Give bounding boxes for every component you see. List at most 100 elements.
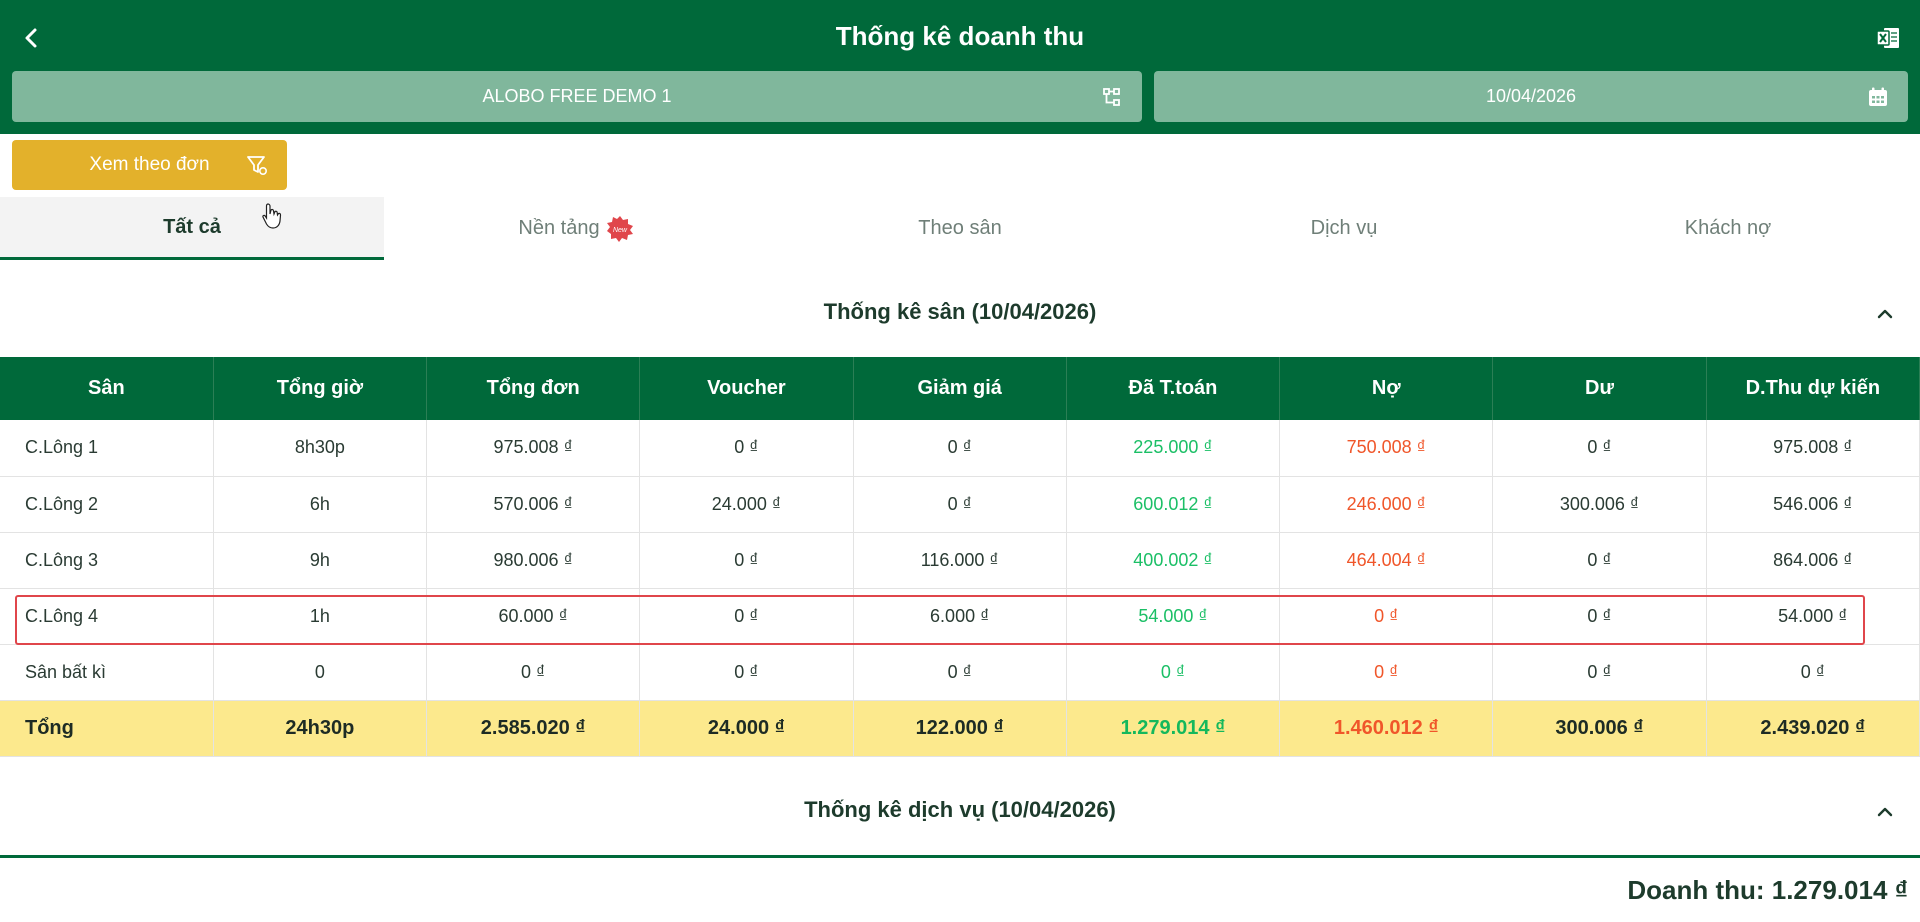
column-header: Nợ [1279, 357, 1494, 420]
venue-selector[interactable]: ALOBO FREE DEMO 1 [12, 71, 1142, 122]
total-row: Tổng 24h30p 2.585.020 ₫ 24.000 ₫ 122.000… [0, 700, 1920, 757]
debt: 1.460.012 ₫ [1279, 700, 1494, 757]
tab-platform[interactable]: Nền tảng New [384, 197, 768, 260]
court-name: Sân bất kì [0, 644, 214, 701]
total-orders: 60.000 ₫ [426, 588, 641, 645]
discount: 0 ₫ [853, 420, 1067, 477]
voucher: 24.000 ₫ [639, 476, 854, 533]
new-badge-icon: New [606, 215, 634, 243]
surplus: 0 ₫ [1492, 588, 1707, 645]
tab-label: Theo sân [918, 217, 1002, 239]
surplus: 300.006 ₫ [1492, 476, 1707, 533]
total-orders: 975.008 ₫ [426, 420, 641, 477]
table-row[interactable]: C.Lông 1 8h30p 975.008 ₫ 0 ₫ 0 ₫ 225.000… [0, 420, 1920, 477]
total-orders: 570.006 ₫ [426, 476, 641, 533]
expected-revenue: 0 ₫ [1706, 644, 1920, 701]
column-header: Giảm giá [853, 357, 1067, 420]
tab-services[interactable]: Dịch vụ [1152, 197, 1536, 260]
tab-by-court[interactable]: Theo sân [768, 197, 1152, 260]
total-orders: 2.585.020 ₫ [426, 700, 641, 757]
collapse-service-stats-button[interactable] [1870, 797, 1900, 827]
tab-label: Tất cả [163, 215, 221, 238]
discount: 0 ₫ [853, 644, 1067, 701]
view-by-order-label: Xem theo đơn [89, 154, 210, 175]
service-stats-title: Thống kê dịch vụ (10/04/2026) [804, 797, 1116, 822]
voucher: 0 ₫ [639, 420, 854, 477]
debt: 0 ₫ [1279, 588, 1494, 645]
court-name: C.Lông 2 [0, 476, 214, 533]
expected-revenue: 546.006 ₫ [1706, 476, 1920, 533]
expected-revenue: 864.006 ₫ [1706, 532, 1920, 589]
total-hours: 1h [213, 588, 428, 645]
discount: 6.000 ₫ [853, 588, 1067, 645]
calendar-icon [1866, 85, 1890, 109]
paid: 225.000 ₫ [1066, 420, 1281, 477]
column-header: Dư [1492, 357, 1707, 420]
court-name: C.Lông 4 [0, 588, 214, 645]
filter-icon [247, 156, 268, 176]
court-name: C.Lông 1 [0, 420, 214, 477]
table-header-row: Sân Tổng giờ Tổng đơn Voucher Giảm giá Đ… [0, 357, 1920, 420]
badge-text: New [613, 227, 628, 234]
chevron-up-icon [1877, 807, 1893, 817]
tab-bar: Tất cả Nền tảng New Theo sân Dịch vụ Khá… [0, 197, 1920, 260]
tab-label: Khách nợ [1684, 217, 1772, 239]
table-row[interactable]: C.Lông 4 1h 60.000 ₫ 0 ₫ 6.000 ₫ 54.000 … [0, 588, 1920, 645]
table-row[interactable]: C.Lông 2 6h 570.006 ₫ 24.000 ₫ 0 ₫ 600.0… [0, 476, 1920, 533]
column-header: Tổng giờ [213, 357, 428, 420]
tab-all[interactable]: Tất cả [0, 197, 384, 260]
court-stats-table: Sân Tổng giờ Tổng đơn Voucher Giảm giá Đ… [0, 357, 1920, 757]
discount: 116.000 ₫ [853, 532, 1067, 589]
view-by-order-button[interactable]: Xem theo đơn [12, 140, 287, 190]
app-header: Thống kê doanh thu ALOBO FREE DEMO 1 10/… [0, 0, 1920, 134]
paid: 1.279.014 ₫ [1066, 700, 1281, 757]
divider [0, 855, 1920, 858]
court-name: C.Lông 3 [0, 532, 214, 589]
paid: 0 ₫ [1066, 644, 1281, 701]
selected-date: 10/04/2026 [1485, 86, 1577, 106]
voucher: 0 ₫ [639, 644, 854, 701]
expected-revenue: 54.000 ₫ [1706, 588, 1920, 645]
column-header: Đã T.toán [1066, 357, 1281, 420]
debt: 464.004 ₫ [1279, 532, 1494, 589]
surplus: 300.006 ₫ [1492, 700, 1707, 757]
excel-icon [1876, 28, 1899, 48]
debt: 246.000 ₫ [1279, 476, 1494, 533]
paid: 54.000 ₫ [1066, 588, 1281, 645]
total-label: Tổng [0, 700, 214, 757]
page-title: Thống kê doanh thu [835, 21, 1085, 51]
tab-label: Dịch vụ [1310, 217, 1378, 239]
column-header: Tổng đơn [426, 357, 641, 420]
collapse-court-stats-button[interactable] [1870, 299, 1900, 329]
discount: 0 ₫ [853, 476, 1067, 533]
court-stats-title: Thống kê sân (10/04/2026) [823, 299, 1097, 324]
surplus: 0 ₫ [1492, 644, 1707, 701]
tab-debtors[interactable]: Khách nợ [1536, 197, 1920, 260]
column-header: Sân [0, 357, 214, 420]
date-picker[interactable]: 10/04/2026 [1154, 71, 1908, 122]
surplus: 0 ₫ [1492, 420, 1707, 477]
tab-label: Nền tảng [518, 217, 600, 239]
export-excel-button[interactable] [1868, 18, 1908, 58]
discount: 122.000 ₫ [853, 700, 1067, 757]
total-hours: 9h [213, 532, 428, 589]
total-hours: 8h30p [213, 420, 428, 477]
branch-icon [1100, 85, 1124, 109]
paid: 600.012 ₫ [1066, 476, 1281, 533]
voucher: 0 ₫ [639, 532, 854, 589]
expected-revenue: 975.008 ₫ [1706, 420, 1920, 477]
total-hours: 6h [213, 476, 428, 533]
total-hours: 0 [213, 644, 428, 701]
surplus: 0 ₫ [1492, 532, 1707, 589]
total-orders: 0 ₫ [426, 644, 641, 701]
total-hours: 24h30p [213, 700, 428, 757]
voucher: 24.000 ₫ [639, 700, 854, 757]
paid: 400.002 ₫ [1066, 532, 1281, 589]
column-header: Voucher [639, 357, 854, 420]
column-header: D.Thu dự kiến [1706, 357, 1920, 420]
revenue-total: Doanh thu: 1.279.014 ₫ [1627, 875, 1908, 905]
total-orders: 980.006 ₫ [426, 532, 641, 589]
expected-revenue: 2.439.020 ₫ [1706, 700, 1920, 757]
table-row[interactable]: Sân bất kì 0 0 ₫ 0 ₫ 0 ₫ 0 ₫ 0 ₫ 0 ₫ 0 ₫ [0, 644, 1920, 701]
table-row[interactable]: C.Lông 3 9h 980.006 ₫ 0 ₫ 116.000 ₫ 400.… [0, 532, 1920, 589]
